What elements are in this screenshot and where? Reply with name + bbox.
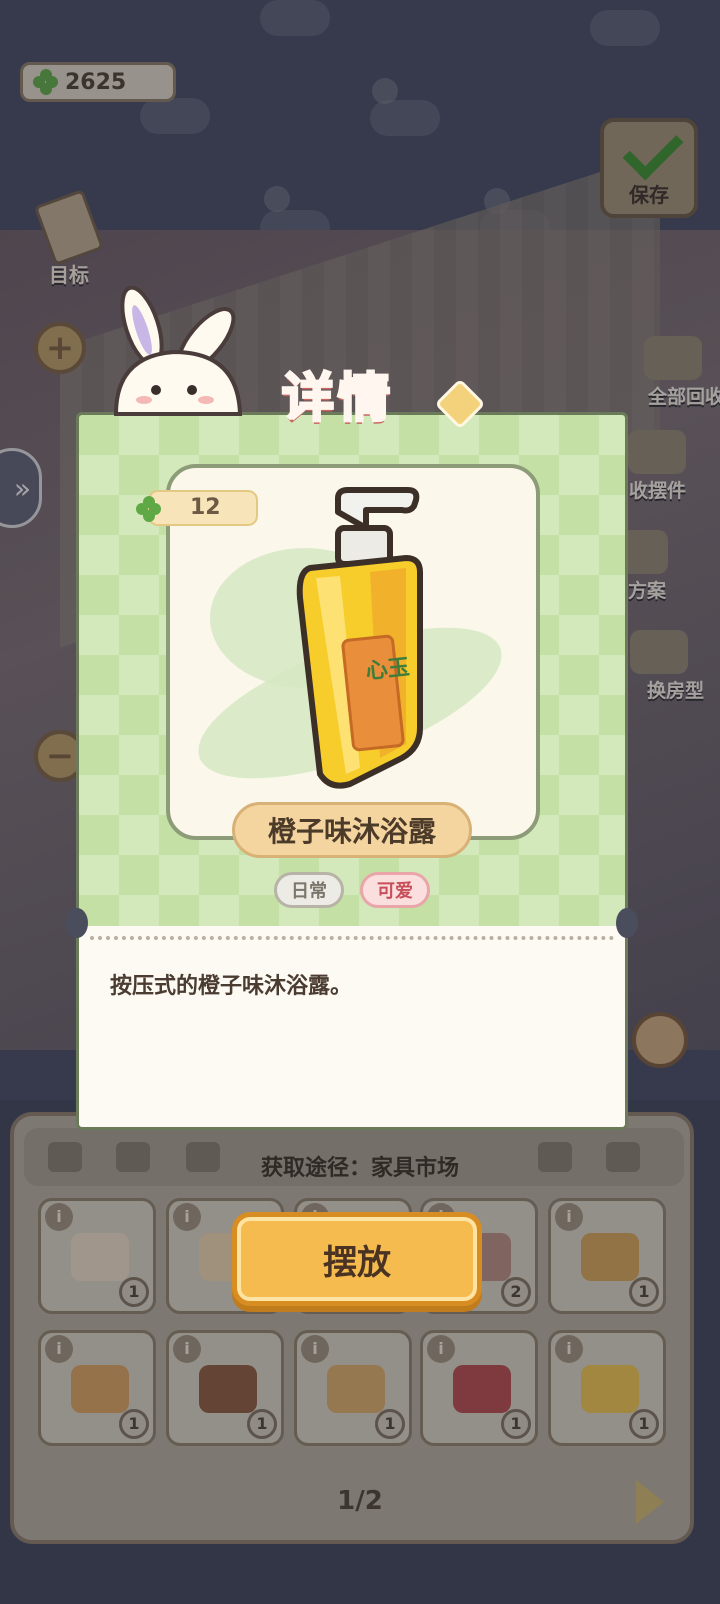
bottle-label-glyph-1: 心玉 [364,655,410,684]
clover-icon [136,496,162,522]
place-button[interactable]: 摆放 [232,1212,482,1306]
item-description: 按压式的橙子味沐浴露。 [110,974,353,999]
ticket-notch [616,908,638,938]
tag-cute: 可爱 [360,872,430,908]
tag-daily: 日常 [274,872,344,908]
item-name-pill: 橙子味沐浴露 [232,802,472,858]
acquisition-source: 获取途径：家具市场 [260,1156,459,1181]
item-name: 橙子味沐浴露 [267,815,436,848]
place-label: 摆放 [323,1242,391,1283]
dotted-divider [90,936,614,940]
detail-title: 详情 [280,368,395,431]
ticket-notch [66,908,88,938]
bunny-mascot-icon [113,286,243,416]
description-panel [76,926,628,1130]
price-tag: 12 [136,490,258,526]
price-value: 12 [190,495,221,520]
